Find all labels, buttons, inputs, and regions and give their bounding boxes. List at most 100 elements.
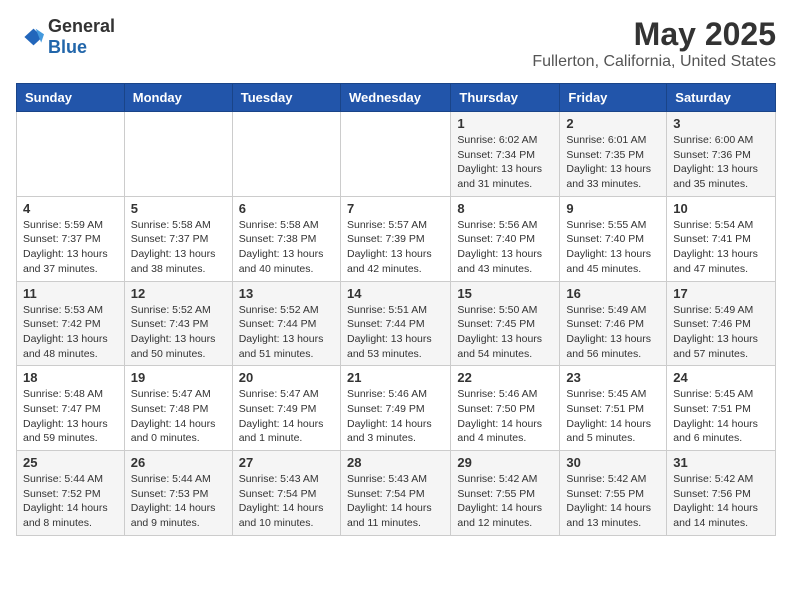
calendar-cell: 28 Sunrise: 5:43 AM Sunset: 7:54 PM Dayli… xyxy=(340,451,450,536)
day-number: 24 xyxy=(673,370,769,385)
day-info: Sunrise: 6:01 AM Sunset: 7:35 PM Dayligh… xyxy=(566,133,660,192)
day-number: 1 xyxy=(457,116,553,131)
day-info: Sunrise: 5:42 AM Sunset: 7:56 PM Dayligh… xyxy=(673,472,769,531)
day-number: 19 xyxy=(131,370,226,385)
calendar-cell: 27 Sunrise: 5:43 AM Sunset: 7:54 PM Dayli… xyxy=(232,451,340,536)
day-number: 27 xyxy=(239,455,334,470)
day-number: 3 xyxy=(673,116,769,131)
weekday-header-wednesday: Wednesday xyxy=(340,84,450,112)
day-number: 13 xyxy=(239,286,334,301)
calendar-cell: 10 Sunrise: 5:54 AM Sunset: 7:41 PM Dayli… xyxy=(667,196,776,281)
calendar-cell xyxy=(232,112,340,197)
day-number: 5 xyxy=(131,201,226,216)
weekday-header-friday: Friday xyxy=(560,84,667,112)
calendar-cell: 13Sunrise: 5:52 AM Sunset: 7:44 PM Dayli… xyxy=(232,281,340,366)
day-info: Sunrise: 5:42 AM Sunset: 7:55 PM Dayligh… xyxy=(566,472,660,531)
day-info: Sunrise: 5:45 AM Sunset: 7:51 PM Dayligh… xyxy=(673,387,769,446)
day-number: 22 xyxy=(457,370,553,385)
day-number: 12 xyxy=(131,286,226,301)
day-info: Sunrise: 5:53 AM Sunset: 7:42 PM Dayligh… xyxy=(23,303,118,362)
day-info: Sunrise: 5:49 AM Sunset: 7:46 PM Dayligh… xyxy=(673,303,769,362)
calendar-cell xyxy=(17,112,125,197)
calendar-cell: 29 Sunrise: 5:42 AM Sunset: 7:55 PM Dayli… xyxy=(451,451,560,536)
calendar-cell: 30 Sunrise: 5:42 AM Sunset: 7:55 PM Dayli… xyxy=(560,451,667,536)
calendar-cell: 2 Sunrise: 6:01 AM Sunset: 7:35 PM Daylig… xyxy=(560,112,667,197)
day-number: 21 xyxy=(347,370,444,385)
day-info: Sunrise: 5:46 AM Sunset: 7:50 PM Dayligh… xyxy=(457,387,553,446)
calendar-cell: 11 Sunrise: 5:53 AM Sunset: 7:42 PM Dayli… xyxy=(17,281,125,366)
calendar-week-2: 4 Sunrise: 5:59 AM Sunset: 7:37 PM Daylig… xyxy=(17,196,776,281)
calendar-cell: 20 Sunrise: 5:47 AM Sunset: 7:49 PM Dayli… xyxy=(232,366,340,451)
weekday-header-thursday: Thursday xyxy=(451,84,560,112)
day-info: Sunrise: 5:54 AM Sunset: 7:41 PM Dayligh… xyxy=(673,218,769,277)
day-number: 17 xyxy=(673,286,769,301)
day-info: Sunrise: 5:48 AM Sunset: 7:47 PM Dayligh… xyxy=(23,387,118,446)
day-info: Sunrise: 5:52 AM Sunset: 7:43 PM Dayligh… xyxy=(131,303,226,362)
day-number: 18 xyxy=(23,370,118,385)
day-info: Sunrise: 5:49 AM Sunset: 7:46 PM Dayligh… xyxy=(566,303,660,362)
day-number: 30 xyxy=(566,455,660,470)
day-info: Sunrise: 5:56 AM Sunset: 7:40 PM Dayligh… xyxy=(457,218,553,277)
calendar-cell: 19 Sunrise: 5:47 AM Sunset: 7:48 PM Dayli… xyxy=(124,366,232,451)
day-number: 10 xyxy=(673,201,769,216)
calendar-cell: 8Sunrise: 5:56 AM Sunset: 7:40 PM Daylig… xyxy=(451,196,560,281)
day-number: 31 xyxy=(673,455,769,470)
calendar-cell: 1 Sunrise: 6:02 AM Sunset: 7:34 PM Daylig… xyxy=(451,112,560,197)
weekday-header-saturday: Saturday xyxy=(667,84,776,112)
day-info: Sunrise: 5:57 AM Sunset: 7:39 PM Dayligh… xyxy=(347,218,444,277)
calendar-cell: 5Sunrise: 5:58 AM Sunset: 7:37 PM Daylig… xyxy=(124,196,232,281)
day-info: Sunrise: 6:02 AM Sunset: 7:34 PM Dayligh… xyxy=(457,133,553,192)
day-info: Sunrise: 5:51 AM Sunset: 7:44 PM Dayligh… xyxy=(347,303,444,362)
weekday-header-tuesday: Tuesday xyxy=(232,84,340,112)
calendar-cell: 26Sunrise: 5:44 AM Sunset: 7:53 PM Dayli… xyxy=(124,451,232,536)
calendar-cell: 31 Sunrise: 5:42 AM Sunset: 7:56 PM Dayli… xyxy=(667,451,776,536)
day-info: Sunrise: 5:47 AM Sunset: 7:48 PM Dayligh… xyxy=(131,387,226,446)
calendar-cell: 23Sunrise: 5:45 AM Sunset: 7:51 PM Dayli… xyxy=(560,366,667,451)
calendar-cell: 25Sunrise: 5:44 AM Sunset: 7:52 PM Dayli… xyxy=(17,451,125,536)
day-info: Sunrise: 5:42 AM Sunset: 7:55 PM Dayligh… xyxy=(457,472,553,531)
calendar-cell: 12 Sunrise: 5:52 AM Sunset: 7:43 PM Dayli… xyxy=(124,281,232,366)
day-number: 4 xyxy=(23,201,118,216)
logo: General Blue xyxy=(16,16,115,58)
calendar-cell xyxy=(124,112,232,197)
day-number: 16 xyxy=(566,286,660,301)
weekday-header-monday: Monday xyxy=(124,84,232,112)
day-number: 20 xyxy=(239,370,334,385)
logo-blue: Blue xyxy=(48,37,87,57)
calendar-cell: 9Sunrise: 5:55 AM Sunset: 7:40 PM Daylig… xyxy=(560,196,667,281)
day-number: 15 xyxy=(457,286,553,301)
weekday-header-row: SundayMondayTuesdayWednesdayThursdayFrid… xyxy=(17,84,776,112)
logo-general: General xyxy=(48,16,115,36)
page-title: May 2025 xyxy=(532,16,776,53)
day-number: 6 xyxy=(239,201,334,216)
calendar-week-5: 25Sunrise: 5:44 AM Sunset: 7:52 PM Dayli… xyxy=(17,451,776,536)
day-number: 11 xyxy=(23,286,118,301)
day-number: 2 xyxy=(566,116,660,131)
day-info: Sunrise: 5:47 AM Sunset: 7:49 PM Dayligh… xyxy=(239,387,334,446)
day-info: Sunrise: 5:50 AM Sunset: 7:45 PM Dayligh… xyxy=(457,303,553,362)
day-info: Sunrise: 5:46 AM Sunset: 7:49 PM Dayligh… xyxy=(347,387,444,446)
day-info: Sunrise: 6:00 AM Sunset: 7:36 PM Dayligh… xyxy=(673,133,769,192)
day-number: 26 xyxy=(131,455,226,470)
calendar-week-3: 11 Sunrise: 5:53 AM Sunset: 7:42 PM Dayli… xyxy=(17,281,776,366)
calendar-cell: 3 Sunrise: 6:00 AM Sunset: 7:36 PM Daylig… xyxy=(667,112,776,197)
title-block: May 2025 Fullerton, California, United S… xyxy=(532,16,776,71)
day-info: Sunrise: 5:59 AM Sunset: 7:37 PM Dayligh… xyxy=(23,218,118,277)
day-number: 7 xyxy=(347,201,444,216)
calendar-cell: 7 Sunrise: 5:57 AM Sunset: 7:39 PM Daylig… xyxy=(340,196,450,281)
day-info: Sunrise: 5:45 AM Sunset: 7:51 PM Dayligh… xyxy=(566,387,660,446)
calendar-cell: 21 Sunrise: 5:46 AM Sunset: 7:49 PM Dayli… xyxy=(340,366,450,451)
day-number: 29 xyxy=(457,455,553,470)
weekday-header-sunday: Sunday xyxy=(17,84,125,112)
day-number: 9 xyxy=(566,201,660,216)
day-number: 28 xyxy=(347,455,444,470)
day-info: Sunrise: 5:43 AM Sunset: 7:54 PM Dayligh… xyxy=(239,472,334,531)
day-info: Sunrise: 5:44 AM Sunset: 7:52 PM Dayligh… xyxy=(23,472,118,531)
calendar-week-4: 18 Sunrise: 5:48 AM Sunset: 7:47 PM Dayli… xyxy=(17,366,776,451)
day-info: Sunrise: 5:43 AM Sunset: 7:54 PM Dayligh… xyxy=(347,472,444,531)
calendar-cell: 14Sunrise: 5:51 AM Sunset: 7:44 PM Dayli… xyxy=(340,281,450,366)
calendar-week-1: 1 Sunrise: 6:02 AM Sunset: 7:34 PM Daylig… xyxy=(17,112,776,197)
calendar-cell xyxy=(340,112,450,197)
page-subtitle: Fullerton, California, United States xyxy=(532,53,776,71)
logo-icon xyxy=(16,23,44,51)
